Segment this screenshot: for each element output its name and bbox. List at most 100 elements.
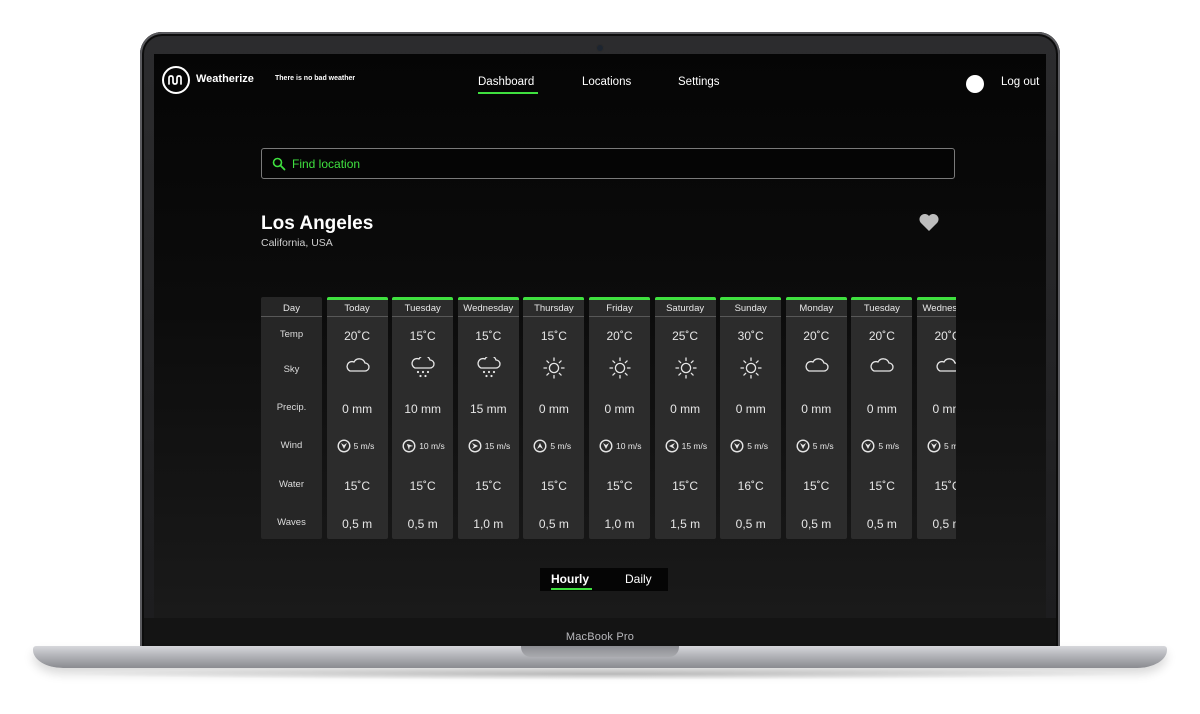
wind-direction-icon xyxy=(533,439,547,458)
row-label-day: Day xyxy=(261,301,322,317)
nav-settings[interactable]: Settings xyxy=(678,76,720,88)
water-temp-value: 16˚C xyxy=(737,479,764,493)
wind-direction-icon xyxy=(599,439,613,458)
precip-value: 10 mm xyxy=(404,402,442,416)
waves-value: 0,5 m xyxy=(801,517,832,531)
day-accent-bar xyxy=(785,297,847,300)
wind-value: 5 m/s xyxy=(944,441,956,451)
avatar[interactable] xyxy=(966,75,984,93)
day-accent-bar xyxy=(457,297,519,300)
precip-value: 15 mm xyxy=(469,402,507,416)
row-label-wind: Wind xyxy=(280,440,303,451)
wind-direction-icon xyxy=(665,439,679,458)
nav-locations[interactable]: Locations xyxy=(582,76,631,88)
precip-value: 0 mm xyxy=(801,402,832,416)
region-name: California, USA xyxy=(261,237,333,249)
sun-icon xyxy=(541,357,567,384)
wind-cell: 5 m/s xyxy=(851,439,912,453)
sun-icon xyxy=(607,357,633,384)
temp-value: 20˚C xyxy=(868,329,895,343)
temp-value: 15˚C xyxy=(540,329,567,343)
sun-icon xyxy=(738,357,764,384)
row-label-temp: Temp xyxy=(279,329,304,340)
day-accent-bar xyxy=(720,297,782,300)
search-input[interactable] xyxy=(292,155,932,173)
day-accent-bar xyxy=(326,297,388,300)
forecast-day-column[interactable]: Monday 20˚C 0 mm 5 m/s 15˚C 0,5 m xyxy=(785,297,847,539)
row-label-sky: Sky xyxy=(283,364,300,375)
wind-value: 15 m/s xyxy=(681,441,708,451)
day-name: Sunday xyxy=(720,301,782,317)
day-accent-bar xyxy=(851,297,913,300)
day-name: Thursday xyxy=(523,301,585,317)
waves-value: 0,5 m xyxy=(538,517,569,531)
forecast-day-column[interactable]: Wednesday 20˚C 0 mm 5 m/s 15˚C 0,5 m xyxy=(917,297,956,539)
waves-value: 1,5 m xyxy=(670,517,701,531)
precip-value: 0 mm xyxy=(932,402,957,416)
day-accent-bar xyxy=(654,297,716,300)
precip-value: 0 mm xyxy=(604,402,635,416)
water-temp-value: 15˚C xyxy=(409,479,436,493)
brand-name[interactable]: Weatherize xyxy=(196,73,254,85)
waves-value: 1,0 m xyxy=(473,517,504,531)
wind-value: 5 m/s xyxy=(878,441,900,451)
forecast-day-column[interactable]: Sunday 30˚C 0 mm 5 m/s 16˚C 0,5 m xyxy=(720,297,782,539)
app-screen: Weatherize There is no bad weather Dashb… xyxy=(154,54,1046,618)
day-name: Today xyxy=(326,301,388,317)
wind-value: 15 m/s xyxy=(484,441,511,451)
search-box[interactable] xyxy=(261,148,955,179)
forecast-day-column[interactable]: Tuesday 15˚C 10 mm 10 m/s 15˚C 0,5 m xyxy=(392,297,454,539)
wind-direction-icon xyxy=(402,439,416,458)
day-name: Monday xyxy=(785,301,847,317)
logout-button[interactable]: Log out xyxy=(1001,76,1039,88)
laptop-notch xyxy=(521,646,679,657)
waves-value: 0,5 m xyxy=(735,517,766,531)
temp-value: 15˚C xyxy=(409,329,436,343)
forecast-day-column[interactable]: Wednesday 15˚C 15 mm 15 m/s 15˚C 1,0 m xyxy=(457,297,519,539)
nav-dashboard[interactable]: Dashboard xyxy=(478,76,534,88)
cloud-icon xyxy=(935,357,956,380)
wind-direction-icon xyxy=(468,439,482,458)
day-name: Tuesday xyxy=(392,301,454,317)
day-accent-bar xyxy=(589,297,650,300)
wind-cell: 5 m/s xyxy=(327,439,388,453)
row-label-water: Water xyxy=(279,479,304,490)
water-temp-value: 15˚C xyxy=(475,479,502,493)
forecast-day-column[interactable]: Today 20˚C 0 mm 5 m/s 15˚C 0,5 m xyxy=(326,297,388,539)
wind-cell: 5 m/s xyxy=(786,439,847,453)
wind-direction-icon xyxy=(861,439,875,458)
temp-value: 15˚C xyxy=(475,329,502,343)
wind-value: 5 m/s xyxy=(550,441,572,451)
day-accent-bar xyxy=(392,297,454,300)
snow-cloud-icon xyxy=(476,355,502,384)
day-name: Friday xyxy=(589,301,650,317)
forecast-day-column[interactable]: Saturday 25˚C 0 mm 15 m/s 15˚C 1,5 m xyxy=(654,297,716,539)
temp-value: 30˚C xyxy=(737,329,764,343)
wind-cell: 15 m/s xyxy=(458,439,519,453)
snow-cloud-icon xyxy=(410,355,436,384)
cloud-icon xyxy=(869,357,895,380)
temp-value: 20˚C xyxy=(803,329,830,343)
forecast-day-column[interactable]: Thursday 15˚C 0 mm 5 m/s 15˚C 0,5 m xyxy=(523,297,585,539)
precip-value: 0 mm xyxy=(538,402,569,416)
wind-cell: 10 m/s xyxy=(589,439,650,453)
waves-value: 0,5 m xyxy=(866,517,897,531)
temp-value: 20˚C xyxy=(606,329,633,343)
wind-value: 10 m/s xyxy=(419,441,445,451)
wind-cell: 10 m/s xyxy=(392,439,453,453)
wind-value: 10 m/s xyxy=(616,441,642,451)
forecast-day-column[interactable]: Friday 20˚C 0 mm 10 m/s 15˚C 1,0 m xyxy=(589,297,650,539)
daily-tab[interactable]: Daily xyxy=(625,572,652,586)
water-temp-value: 15˚C xyxy=(934,479,956,493)
cloud-icon xyxy=(345,357,371,380)
wind-direction-icon xyxy=(730,439,744,458)
city-name: Los Angeles xyxy=(261,213,374,234)
wind-direction-icon xyxy=(796,439,810,458)
waves-value: 0,5 m xyxy=(932,517,956,531)
hourly-tab[interactable]: Hourly xyxy=(551,572,589,586)
wave-icon[interactable] xyxy=(162,66,190,94)
forecast-day-column[interactable]: Tuesday 20˚C 0 mm 5 m/s 15˚C 0,5 m xyxy=(851,297,913,539)
wind-value: 5 m/s xyxy=(812,441,834,451)
heart-icon[interactable] xyxy=(918,212,940,232)
day-name: Saturday xyxy=(654,301,716,317)
